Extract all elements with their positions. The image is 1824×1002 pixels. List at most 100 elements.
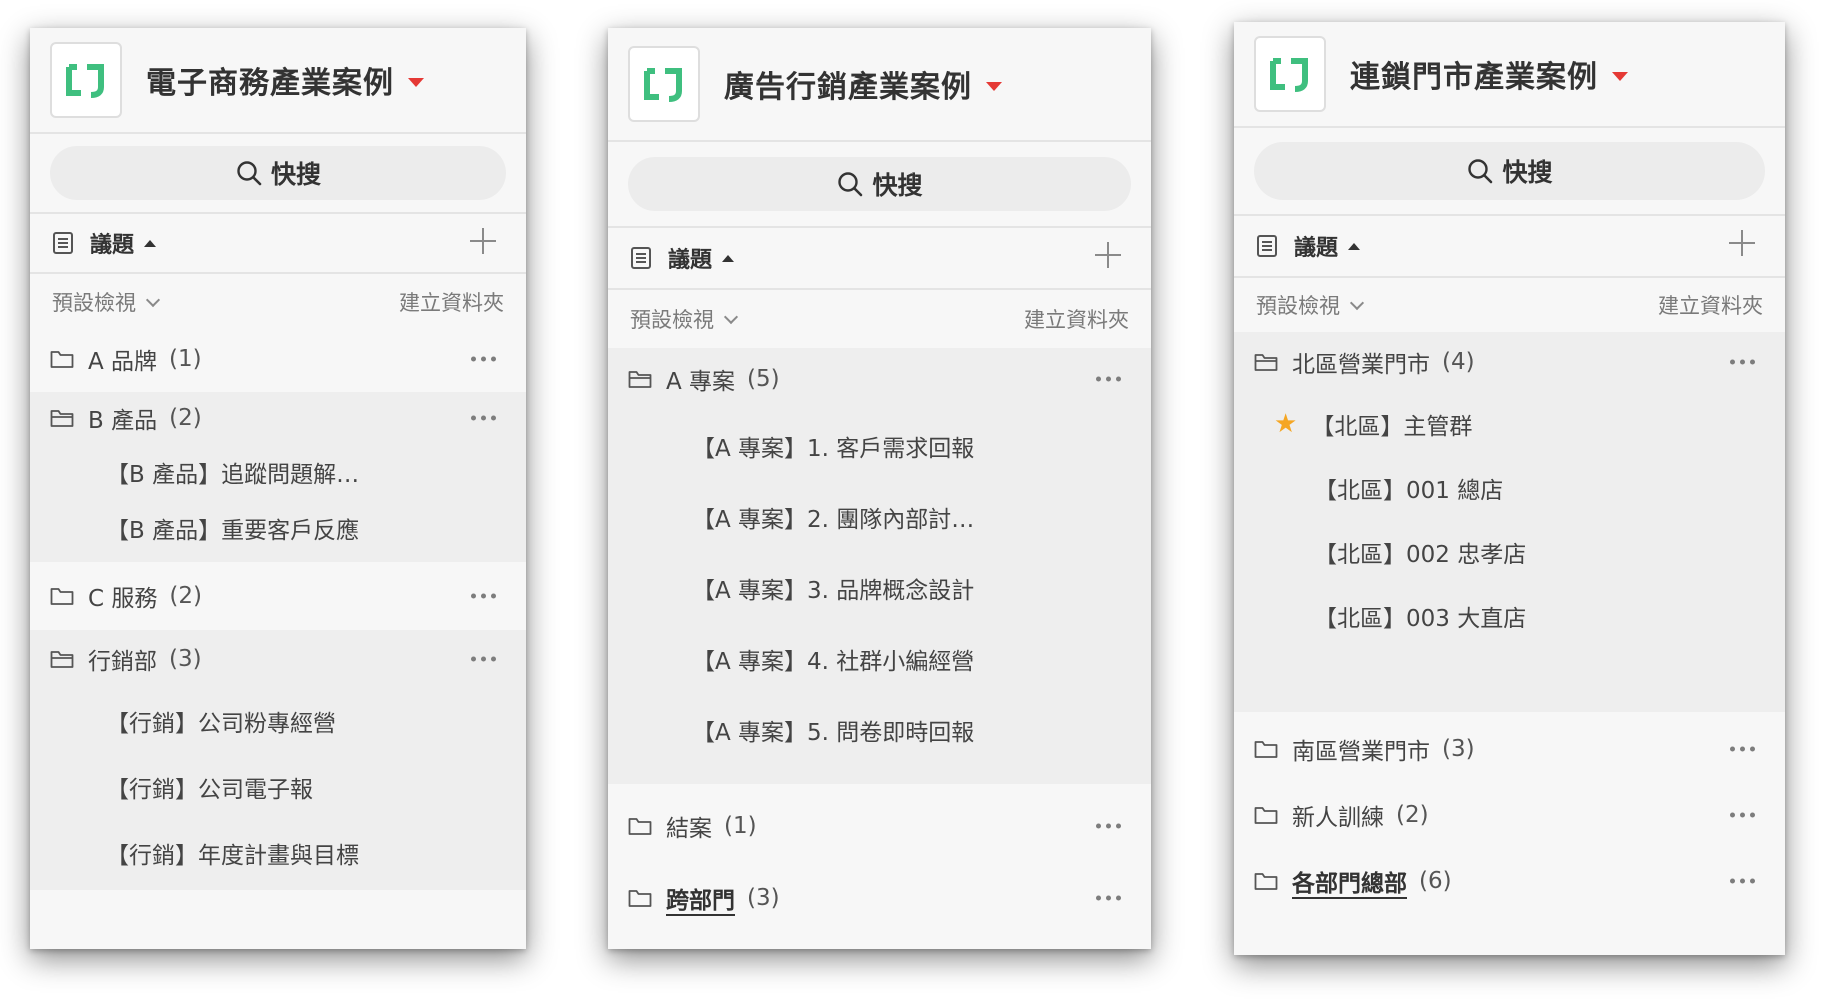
topic-item[interactable]: 【B 產品】追蹤問題解… bbox=[30, 444, 526, 500]
topics-header[interactable]: 議題 bbox=[1234, 216, 1785, 278]
search-icon bbox=[235, 159, 263, 187]
add-topic-icon[interactable] bbox=[1095, 242, 1121, 268]
folder-name: 南區營業門市 bbox=[1292, 739, 1430, 765]
quick-search-label: 快搜 bbox=[1502, 158, 1553, 187]
topic-item[interactable]: 【A 專案】1. 客戶需求回報 bbox=[608, 410, 1151, 481]
workspace-title: 廣告行銷產業案例 bbox=[724, 70, 972, 105]
folder-count: (2) bbox=[1396, 802, 1429, 828]
document-icon bbox=[52, 231, 74, 255]
topic-item[interactable]: 【A 專案】2. 團隊內部討… bbox=[608, 481, 1151, 552]
folder-row[interactable]: A 專案 (5) bbox=[608, 348, 1151, 410]
more-options-icon[interactable] bbox=[1730, 359, 1755, 365]
add-topic-icon[interactable] bbox=[1729, 230, 1755, 256]
folder-count: (3) bbox=[747, 885, 780, 911]
quick-search-label: 快搜 bbox=[270, 160, 321, 189]
folder-icon bbox=[1254, 805, 1278, 825]
topics-header[interactable]: 議題 bbox=[608, 228, 1151, 290]
more-options-icon[interactable] bbox=[471, 415, 496, 421]
sort-up-icon[interactable] bbox=[144, 239, 157, 247]
folder-row[interactable]: 各部門總部 (6) bbox=[1234, 844, 1785, 918]
star-icon[interactable]: ★ bbox=[1274, 409, 1297, 439]
workspace-header[interactable]: 電子商務產業案例 bbox=[30, 28, 526, 134]
create-folder-link[interactable]: 建立資料夾 bbox=[1024, 304, 1129, 334]
more-options-icon[interactable] bbox=[471, 656, 496, 662]
topic-item[interactable]: 【北區】003 大直店 bbox=[1234, 584, 1785, 648]
chevron-down-icon bbox=[145, 292, 161, 308]
workspace-logo bbox=[50, 42, 122, 118]
topic-item[interactable]: 【A 專案】4. 社群小編經營 bbox=[608, 623, 1151, 694]
logo-icon bbox=[641, 61, 687, 107]
default-view-dropdown[interactable]: 預設檢視 bbox=[1256, 290, 1365, 320]
topics-label: 議題 bbox=[668, 248, 713, 273]
topic-item[interactable]: 【A 專案】3. 品牌概念設計 bbox=[608, 552, 1151, 623]
folder-row[interactable]: 結案 (1) bbox=[608, 786, 1151, 866]
sort-up-icon[interactable] bbox=[1348, 242, 1361, 250]
folder-row[interactable]: 北區營業門市 (4) bbox=[1234, 332, 1785, 392]
logo-icon bbox=[63, 57, 109, 103]
default-view-label: 預設檢視 bbox=[1256, 294, 1340, 318]
folder-name: B 產品 bbox=[88, 408, 158, 434]
folder-row[interactable]: 新人訓練 (2) bbox=[1234, 786, 1785, 844]
folder-count: (6) bbox=[1419, 868, 1452, 894]
workspace-title: 電子商務產業案例 bbox=[146, 66, 394, 101]
folder-count: (4) bbox=[1442, 349, 1475, 375]
workspace-panel-retail-chain: 連鎖門市產業案例 快搜 議題 預設檢視 建立資料夾 北區營業門市 (4) ★ 【… bbox=[1234, 22, 1785, 955]
create-folder-link[interactable]: 建立資料夾 bbox=[1658, 290, 1763, 320]
add-topic-icon[interactable] bbox=[470, 228, 496, 254]
topic-item[interactable]: 【A 專案】5. 問卷即時回報 bbox=[608, 694, 1151, 765]
folder-row[interactable]: 跨部門 (3) bbox=[608, 866, 1151, 930]
topic-item[interactable]: 【行銷】年度計畫與目標 bbox=[30, 820, 526, 886]
folder-open-icon bbox=[628, 369, 652, 389]
topic-item[interactable]: 【B 產品】重要客戶反應 bbox=[30, 500, 526, 556]
workspace-dropdown-icon[interactable] bbox=[986, 81, 1002, 91]
more-options-icon[interactable] bbox=[1730, 878, 1755, 884]
folder-row[interactable]: 行銷部 (3) bbox=[30, 630, 526, 688]
folder-row[interactable]: 南區營業門市 (3) bbox=[1234, 712, 1785, 786]
folder-icon bbox=[628, 816, 652, 836]
folder-row[interactable]: C 服務 (2) bbox=[30, 562, 526, 630]
logo-icon bbox=[1267, 51, 1313, 97]
more-options-icon[interactable] bbox=[1730, 812, 1755, 818]
folder-count: (5) bbox=[747, 366, 780, 392]
quick-search-button[interactable]: 快搜 bbox=[1254, 142, 1765, 200]
quick-search-button[interactable]: 快搜 bbox=[628, 157, 1131, 211]
more-options-icon[interactable] bbox=[1096, 376, 1121, 382]
topics-label: 議題 bbox=[1294, 236, 1339, 261]
more-options-icon[interactable] bbox=[1730, 746, 1755, 752]
more-options-icon[interactable] bbox=[471, 593, 496, 599]
topic-item[interactable]: 【北區】002 忠孝店 bbox=[1234, 520, 1785, 584]
folder-row[interactable]: B 產品 (2) bbox=[30, 392, 526, 444]
search-icon bbox=[836, 170, 864, 198]
workspace-panel-ecommerce: 電子商務產業案例 快搜 議題 預設檢視 建立資料夾 A 品牌 (1) B 產品 … bbox=[30, 28, 526, 949]
create-folder-link[interactable]: 建立資料夾 bbox=[399, 287, 504, 317]
folder-count: (2) bbox=[169, 405, 202, 431]
workspace-dropdown-icon[interactable] bbox=[408, 77, 424, 87]
folder-count: (3) bbox=[1442, 736, 1475, 762]
default-view-dropdown[interactable]: 預設檢視 bbox=[52, 287, 161, 317]
more-options-icon[interactable] bbox=[471, 356, 496, 362]
folder-count: (1) bbox=[724, 813, 757, 839]
topic-item[interactable]: ★ 【北區】主管群 bbox=[1234, 392, 1785, 456]
default-view-dropdown[interactable]: 預設檢視 bbox=[630, 304, 739, 334]
quick-search-button[interactable]: 快搜 bbox=[50, 146, 506, 200]
workspace-header[interactable]: 廣告行銷產業案例 bbox=[608, 28, 1151, 142]
folder-icon bbox=[1254, 871, 1278, 891]
topic-item[interactable]: 【北區】001 總店 bbox=[1234, 456, 1785, 520]
workspace-dropdown-icon[interactable] bbox=[1612, 71, 1628, 81]
topic-item[interactable]: 【行銷】公司粉專經營 bbox=[30, 688, 526, 754]
more-options-icon[interactable] bbox=[1096, 895, 1121, 901]
folder-icon bbox=[50, 586, 74, 606]
more-options-icon[interactable] bbox=[1096, 823, 1121, 829]
folder-name: A 專案 bbox=[666, 369, 736, 395]
workspace-panel-advertising: 廣告行銷產業案例 快搜 議題 預設檢視 建立資料夾 A 專案 (5) 【A 專案… bbox=[608, 28, 1151, 949]
workspace-header[interactable]: 連鎖門市產業案例 bbox=[1234, 22, 1785, 128]
folder-icon bbox=[50, 349, 74, 369]
default-view-label: 預設檢視 bbox=[630, 308, 714, 332]
sort-up-icon[interactable] bbox=[722, 254, 735, 262]
folder-count: (3) bbox=[169, 646, 202, 672]
workspace-logo bbox=[628, 46, 700, 122]
folder-row[interactable]: A 品牌 (1) bbox=[30, 330, 526, 388]
folder-icon bbox=[628, 888, 652, 908]
topic-item[interactable]: 【行銷】公司電子報 bbox=[30, 754, 526, 820]
topics-header[interactable]: 議題 bbox=[30, 214, 526, 274]
